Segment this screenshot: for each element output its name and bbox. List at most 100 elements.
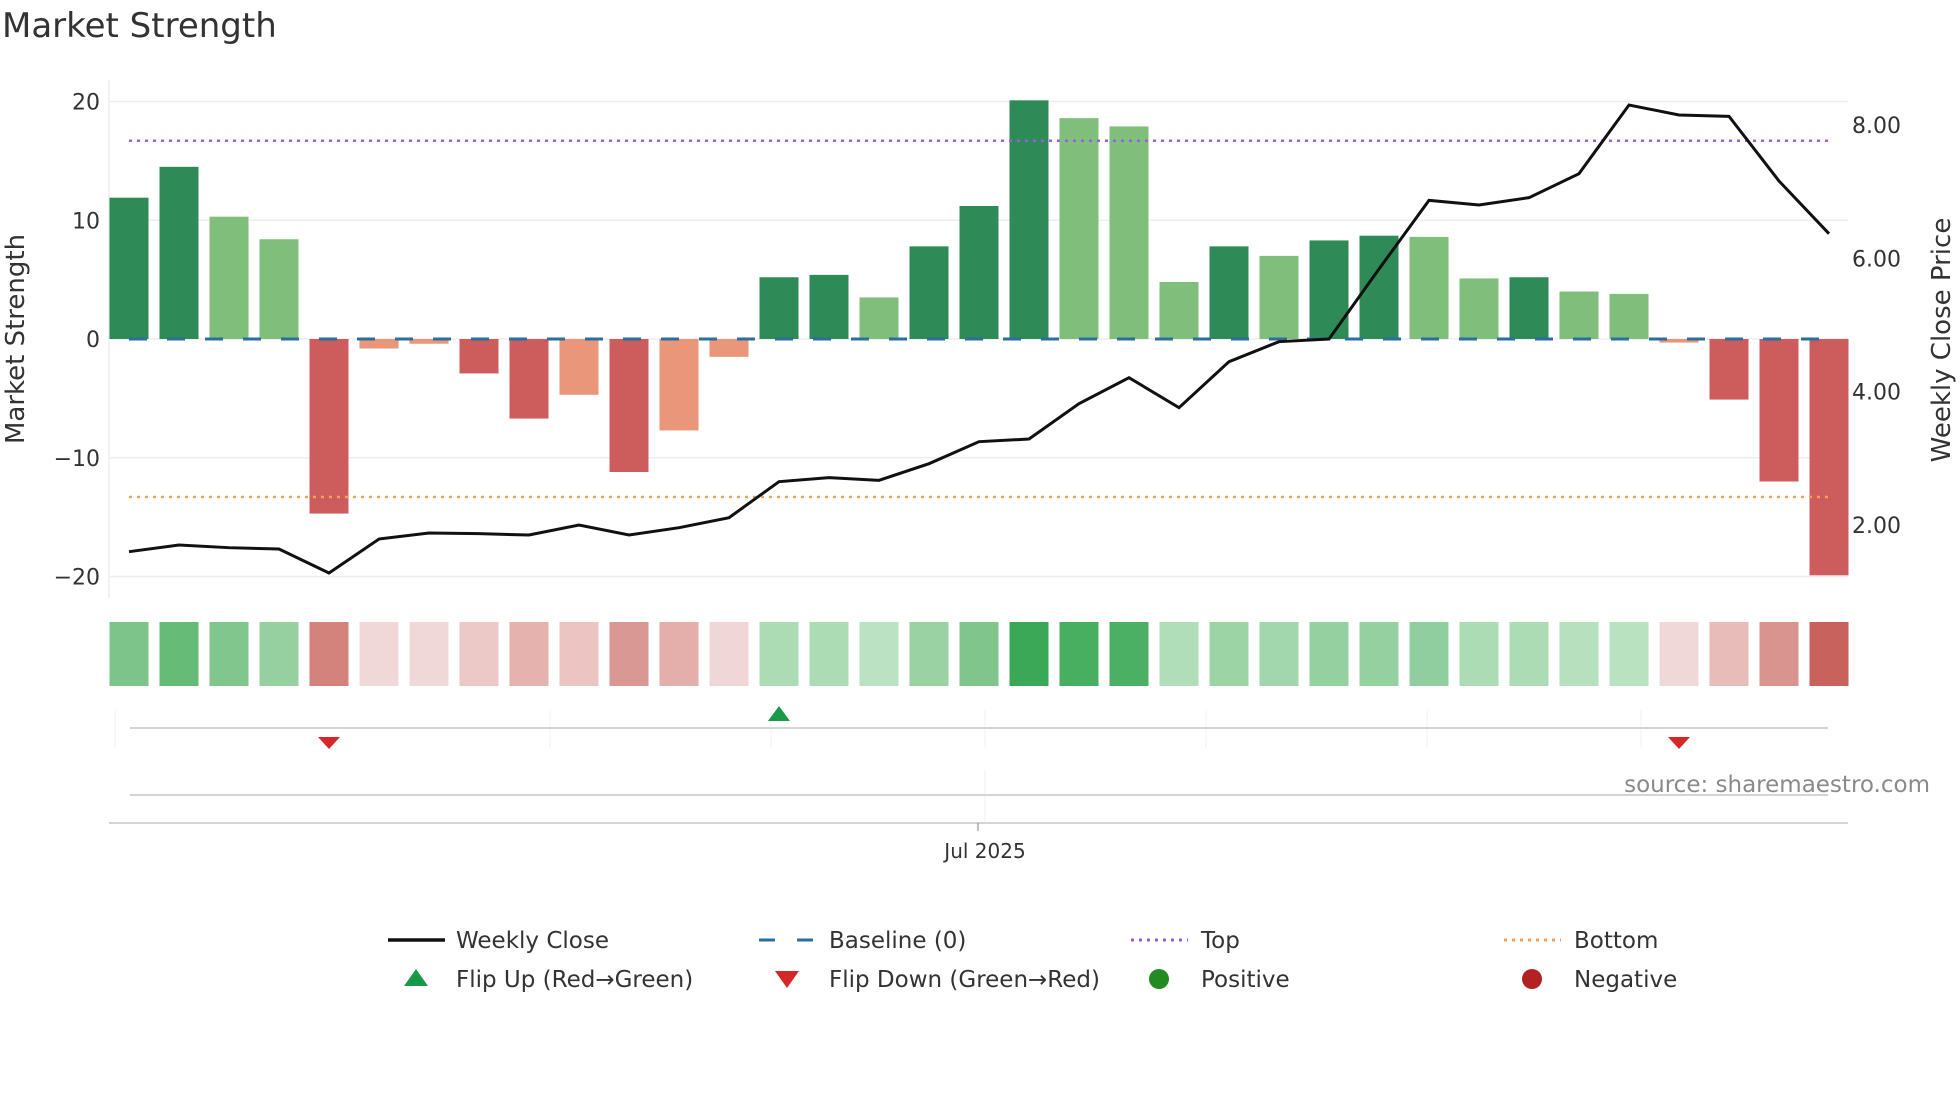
legend-label: Baseline (0) bbox=[829, 928, 966, 954]
heat-strip-cell bbox=[1759, 622, 1799, 686]
y-tick-label: 20 bbox=[72, 91, 100, 116]
heat-strip-cell bbox=[1459, 622, 1499, 686]
strength-bar bbox=[459, 339, 499, 374]
flip-down-marker bbox=[318, 737, 340, 749]
legend-label: Flip Down (Green→Red) bbox=[829, 967, 1100, 993]
strength-bar bbox=[909, 246, 949, 339]
heat-strip-cell bbox=[159, 622, 199, 686]
strength-bar bbox=[1259, 255, 1299, 339]
strength-bar bbox=[1159, 282, 1199, 339]
heat-strip-cell bbox=[1159, 622, 1199, 686]
heat-strip-cell bbox=[609, 622, 649, 686]
strength-bar bbox=[759, 277, 799, 339]
strength-bar bbox=[259, 239, 299, 339]
heat-strip-cell bbox=[1259, 622, 1299, 686]
strength-bar bbox=[659, 339, 699, 431]
strength-bar bbox=[809, 274, 849, 339]
y2-axis-title: Weekly Close Price bbox=[1927, 218, 1957, 463]
strength-bar bbox=[1309, 240, 1349, 339]
y-tick-label: 0 bbox=[86, 328, 100, 353]
strength-bar bbox=[509, 339, 549, 419]
heat-strip-cell bbox=[1509, 622, 1549, 686]
heat-strip-cell bbox=[509, 622, 549, 686]
flip-down-marker bbox=[1668, 737, 1690, 749]
strength-bar bbox=[209, 216, 249, 339]
y-axis-title: Market Strength bbox=[1, 234, 31, 444]
strength-bar bbox=[1609, 293, 1649, 339]
legend-item: Weekly Close bbox=[388, 928, 609, 954]
heat-strip-cell bbox=[1409, 622, 1449, 686]
heat-strip-cell bbox=[1809, 622, 1849, 686]
legend-item: Baseline (0) bbox=[759, 928, 966, 954]
heat-strip-cell bbox=[109, 622, 149, 686]
heat-strip-cell bbox=[1709, 622, 1749, 686]
heat-strip-cell bbox=[759, 622, 799, 686]
market-strength-chart: 20 10 0 −10 −20 8.00 6.00 4.00 2.00 Market Streng… bbox=[1, 80, 1957, 993]
strength-bar bbox=[1409, 236, 1449, 339]
heat-strip-cell bbox=[909, 622, 949, 686]
heat-strip-cell bbox=[1559, 622, 1599, 686]
circle-icon bbox=[1149, 969, 1169, 989]
legend-item: Top bbox=[1131, 928, 1240, 954]
strength-bar bbox=[1709, 339, 1749, 400]
heat-strip-cell bbox=[1609, 622, 1649, 686]
heat-strip-cell bbox=[709, 622, 749, 686]
source-watermark: source: sharemaestro.com bbox=[1624, 772, 1930, 798]
strength-bar bbox=[859, 297, 899, 339]
legend-label: Weekly Close bbox=[456, 928, 609, 954]
strength-bar bbox=[1459, 278, 1499, 339]
heat-strip-cell bbox=[559, 622, 599, 686]
legend-label: Top bbox=[1200, 928, 1240, 954]
strength-bar bbox=[709, 339, 749, 357]
heat-strip-cell bbox=[1209, 622, 1249, 686]
legend-item: Positive bbox=[1149, 967, 1290, 993]
legend-item: Negative bbox=[1522, 967, 1677, 993]
y2-tick-label: 4.00 bbox=[1852, 381, 1901, 406]
strength-bar bbox=[1559, 291, 1599, 339]
y2-tick-label: 6.00 bbox=[1852, 247, 1901, 272]
legend-label: Positive bbox=[1201, 967, 1290, 993]
strength-bar bbox=[609, 339, 649, 472]
strength-bar bbox=[309, 339, 349, 514]
strength-bar bbox=[559, 339, 599, 395]
strength-bar bbox=[1209, 246, 1249, 339]
legend-item: Flip Down (Green→Red) bbox=[775, 967, 1100, 993]
strength-bar bbox=[1759, 339, 1799, 482]
legend-label: Flip Up (Red→Green) bbox=[456, 967, 693, 993]
heat-strip-cell bbox=[809, 622, 849, 686]
heat-strip-cell bbox=[1059, 622, 1099, 686]
heat-strip-cell bbox=[1309, 622, 1349, 686]
heat-strip-cell bbox=[1659, 622, 1699, 686]
strength-bar bbox=[1809, 339, 1849, 576]
strength-bar bbox=[1109, 126, 1149, 339]
strength-bar bbox=[959, 206, 999, 339]
heat-strip-cell bbox=[1109, 622, 1149, 686]
x-tick-label: Jul 2025 bbox=[942, 839, 1025, 863]
legend-label: Negative bbox=[1574, 967, 1677, 993]
heat-strip-cell bbox=[959, 622, 999, 686]
heat-strip-cell bbox=[1009, 622, 1049, 686]
heat-strip-cell bbox=[359, 622, 399, 686]
legend-item: Bottom bbox=[1504, 928, 1658, 954]
heat-strip-cell bbox=[409, 622, 449, 686]
y2-tick-label: 2.00 bbox=[1852, 514, 1901, 539]
heat-strip-cell bbox=[459, 622, 499, 686]
triangle-down-icon bbox=[775, 971, 799, 988]
heat-strip-cell bbox=[209, 622, 249, 686]
y-tick-label: 10 bbox=[72, 209, 100, 234]
circle-icon bbox=[1522, 969, 1542, 989]
triangle-up-icon bbox=[404, 969, 428, 986]
strength-bar bbox=[1059, 118, 1099, 339]
strength-bar bbox=[109, 197, 149, 339]
legend-item: Flip Up (Red→Green) bbox=[404, 967, 693, 993]
y-tick-label: −10 bbox=[54, 447, 100, 472]
heat-strip-cell bbox=[259, 622, 299, 686]
heat-strip-cell bbox=[659, 622, 699, 686]
heat-strip-cell bbox=[1359, 622, 1399, 686]
strength-bar bbox=[159, 166, 199, 339]
y2-tick-label: 8.00 bbox=[1852, 114, 1901, 139]
heat-strip-cell bbox=[859, 622, 899, 686]
heat-strip-cell bbox=[309, 622, 349, 686]
y-tick-label: −20 bbox=[54, 566, 100, 591]
legend-label: Bottom bbox=[1574, 928, 1658, 954]
